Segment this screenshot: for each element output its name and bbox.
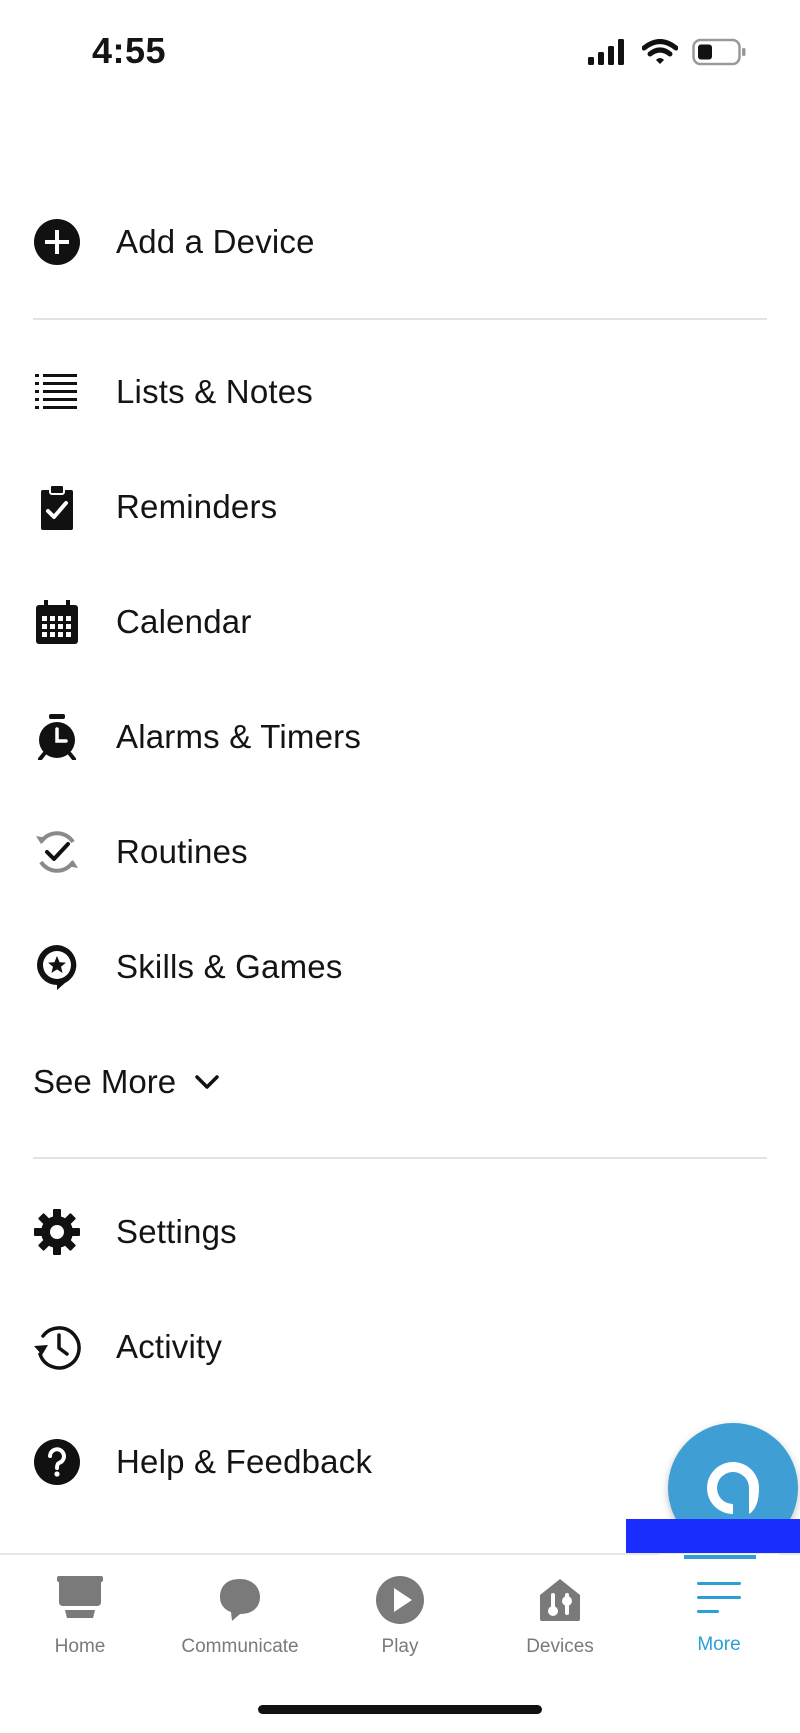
routine-check-icon (33, 828, 81, 876)
clipboard-check-icon (33, 483, 81, 531)
devices-icon (532, 1572, 588, 1628)
menu-item-lists-notes[interactable]: Lists & Notes (0, 350, 800, 434)
wifi-icon (642, 39, 678, 64)
signal-icon (588, 39, 624, 65)
menu-item-alarms-timers[interactable]: Alarms & Timers (0, 695, 800, 779)
status-time: 4:55 (92, 30, 167, 71)
nav-label: Play (381, 1636, 419, 1657)
nav-devices[interactable]: Devices (480, 1555, 640, 1675)
alarm-clock-icon (33, 713, 81, 761)
menu-item-label: Skills & Games (116, 948, 343, 985)
menu-item-label: Routines (116, 833, 248, 870)
add-device-row[interactable]: Add a Device (0, 200, 800, 284)
list-icon (33, 368, 81, 416)
help-circle-icon (33, 1438, 81, 1486)
menu-item-skills-games[interactable]: Skills & Games (0, 925, 800, 1009)
nav-label: More (697, 1634, 741, 1655)
divider (33, 318, 767, 320)
menu-item-label: Alarms & Timers (116, 718, 362, 755)
see-more-button[interactable]: See More (33, 1040, 220, 1124)
menu-item-label: Activity (116, 1328, 223, 1365)
add-device-label: Add a Device (116, 223, 315, 260)
home-icon (52, 1572, 108, 1628)
nav-label: Devices (526, 1636, 594, 1657)
menu-item-reminders[interactable]: Reminders (0, 465, 800, 549)
menu-item-label: Settings (116, 1213, 237, 1250)
star-bubble-icon (33, 943, 81, 991)
play-icon (372, 1572, 428, 1628)
menu-item-activity[interactable]: Activity (0, 1305, 800, 1389)
nav-label: Home (54, 1636, 106, 1657)
battery-icon (692, 38, 746, 66)
add-circle-icon (33, 218, 81, 266)
status-bar: 4:55 (0, 0, 800, 100)
menu-icon (691, 1570, 747, 1626)
status-icons (588, 38, 748, 66)
menu-item-label: Reminders (116, 488, 278, 525)
calendar-icon (33, 598, 81, 646)
menu-item-label: Help & Feedback (116, 1443, 373, 1480)
menu-item-calendar[interactable]: Calendar (0, 580, 800, 664)
gear-icon (33, 1208, 81, 1256)
nav-more[interactable]: More (639, 1553, 799, 1673)
chat-bubble-icon (212, 1572, 268, 1628)
nav-play[interactable]: Play (320, 1555, 480, 1675)
history-icon (33, 1323, 81, 1371)
alexa-ring-icon (707, 1462, 759, 1514)
chevron-down-icon (195, 1075, 219, 1089)
nav-home[interactable]: Home (0, 1555, 160, 1675)
nav-label: Communicate (181, 1636, 299, 1657)
divider (33, 1157, 767, 1159)
see-more-label: See More (33, 1063, 177, 1100)
home-indicator[interactable] (258, 1705, 542, 1714)
nav-communicate[interactable]: Communicate (160, 1555, 320, 1675)
menu-item-settings[interactable]: Settings (0, 1190, 800, 1274)
menu-item-label: Lists & Notes (116, 373, 314, 410)
menu-item-routines[interactable]: Routines (0, 810, 800, 894)
menu-item-label: Calendar (116, 603, 252, 640)
